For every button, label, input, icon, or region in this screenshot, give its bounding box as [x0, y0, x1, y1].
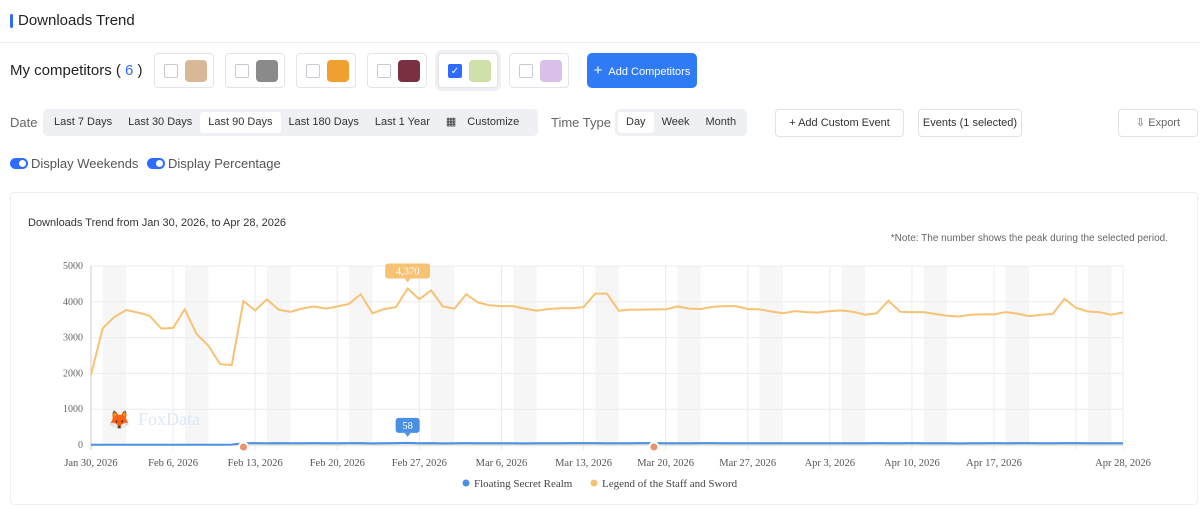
peak-pointer: [404, 432, 411, 437]
y-tick-label: 2000: [63, 368, 83, 379]
legend-label: Legend of the Staff and Sword: [602, 478, 738, 490]
x-tick-label: Mar 20, 2026: [637, 458, 694, 469]
weekend-band: [431, 266, 455, 445]
legend-marker: [590, 479, 598, 487]
x-tick-label: Apr 28, 2026: [1095, 458, 1151, 469]
legend-label: Floating Secret Realm: [474, 478, 573, 490]
x-tick-label: Apr 10, 2026: [884, 458, 940, 469]
weekend-band: [841, 266, 865, 445]
weekend-band: [349, 266, 373, 445]
y-tick-label: 1000: [63, 404, 83, 415]
x-tick-label: Feb 20, 2026: [310, 458, 365, 469]
downloads-line-chart: 0 1000 2000 3000 4000 5000 Jan 30, 2026 Feb 6, …: [63, 261, 1151, 490]
x-tick-label: Feb 6, 2026: [148, 458, 198, 469]
y-tick-label: 3000: [63, 333, 83, 344]
weekend-band: [513, 266, 537, 445]
weekend-band: [759, 266, 783, 445]
x-tick-label: Mar 27, 2026: [719, 458, 776, 469]
weekend-band: [923, 266, 948, 445]
x-tick-label: Jan 30, 2026: [64, 458, 117, 469]
weekend-band: [1005, 266, 1030, 445]
weekend-band: [1087, 266, 1112, 445]
peak-label: 4,370: [396, 267, 420, 278]
x-tick-label: Feb 13, 2026: [228, 458, 283, 469]
x-tick-label: Apr 3, 2026: [805, 458, 855, 469]
legend-marker: [462, 479, 470, 487]
y-tick-label: 0: [78, 440, 83, 451]
x-tick-label: Mar 6, 2026: [476, 458, 528, 469]
watermark: FoxData: [138, 409, 200, 429]
weekend-band: [677, 266, 701, 445]
event-marker: [237, 441, 249, 453]
x-tick-label: Feb 27, 2026: [392, 458, 447, 469]
y-tick-label: 4000: [63, 297, 83, 308]
y-tick-label: 5000: [63, 261, 83, 272]
weekend-band: [266, 266, 291, 445]
peak-label: 58: [402, 421, 413, 432]
fox-logo-icon: 🦊: [108, 410, 130, 430]
x-tick-label: Mar 13, 2026: [555, 458, 612, 469]
peak-pointer: [404, 278, 411, 283]
x-tick-label: Apr 17, 2026: [966, 458, 1022, 469]
event-marker: [648, 441, 660, 453]
